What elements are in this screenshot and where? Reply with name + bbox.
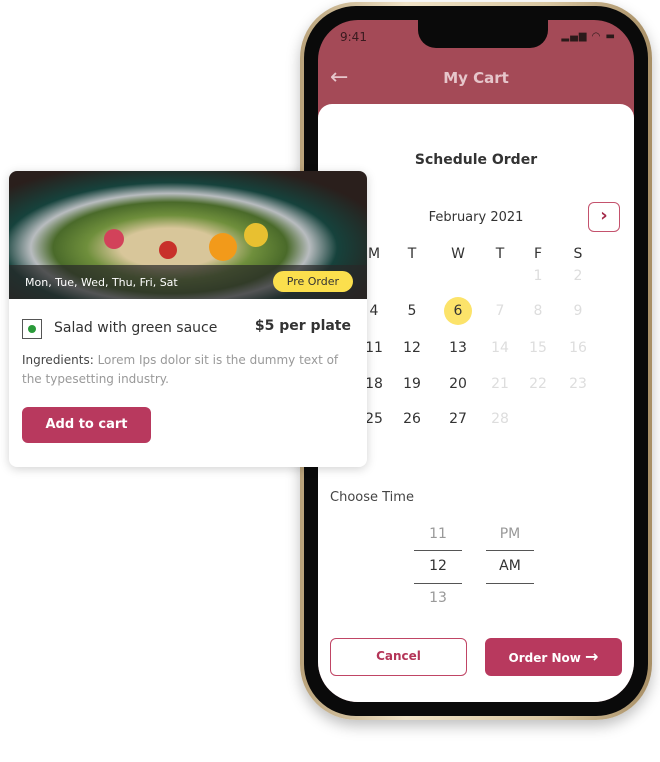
calendar-day[interactable]: 20 — [443, 371, 473, 397]
calendar-day: 15 — [529, 340, 547, 356]
dish-name: Salad with green sauce — [54, 320, 218, 336]
food-card: Mon, Tue, Wed, Thu, Fri, Sat Pre Order S… — [9, 171, 367, 467]
ingredients-label: Ingredients: — [22, 353, 94, 367]
calendar-day: 23 — [569, 376, 587, 392]
cancel-button[interactable]: Cancel — [330, 638, 467, 676]
arrow-right-icon: → — [585, 647, 599, 666]
calendar-day[interactable]: 27 — [443, 406, 473, 432]
order-now-button[interactable]: Order Now → — [485, 638, 622, 676]
weekday-header: W — [451, 246, 465, 262]
calendar-day[interactable]: 13 — [443, 335, 473, 361]
ingredients-text: Ingredients: Lorem Ips dolor sit is the … — [22, 351, 357, 389]
calendar-day[interactable]: 19 — [397, 371, 427, 397]
next-month-button[interactable]: › — [588, 202, 620, 232]
available-days: Mon, Tue, Wed, Thu, Fri, Sat — [25, 276, 178, 289]
calendar-day-selected[interactable]: 6 — [444, 297, 472, 325]
calendar-day: 2 — [573, 268, 583, 284]
choose-time-label: Choose Time — [330, 490, 414, 505]
calendar-day: 16 — [569, 340, 587, 356]
hour-selected[interactable]: 12 — [414, 558, 462, 574]
calendar-day: 22 — [529, 376, 547, 392]
meridiem-option[interactable]: PM — [486, 526, 534, 542]
calendar-day: 1 — [533, 268, 543, 284]
pre-order-badge: Pre Order — [272, 271, 353, 292]
divider — [414, 550, 462, 551]
calendar-day: 21 — [491, 376, 509, 392]
calendar-day[interactable]: 12 — [397, 335, 427, 361]
calendar-day[interactable]: 5 — [397, 298, 427, 324]
meridiem-selected[interactable]: AM — [486, 558, 534, 574]
calendar-day: 28 — [491, 411, 509, 427]
order-now-label: Order Now — [508, 651, 581, 665]
calendar-day: 7 — [495, 303, 505, 319]
hour-option[interactable]: 13 — [414, 590, 462, 606]
chevron-right-icon: › — [600, 205, 608, 226]
divider — [486, 583, 534, 584]
add-to-cart-button[interactable]: Add to cart — [22, 407, 151, 443]
calendar-day: 9 — [573, 303, 583, 319]
veg-indicator-icon — [22, 319, 42, 339]
weekday-header: T — [407, 246, 417, 262]
weekday-header: T — [495, 246, 505, 262]
calendar-day: 8 — [533, 303, 543, 319]
notch — [418, 20, 548, 48]
header-title: My Cart — [443, 69, 509, 87]
calendar-day[interactable]: 26 — [397, 406, 427, 432]
image-overlay-band: Mon, Tue, Wed, Thu, Fri, Sat Pre Order — [9, 265, 367, 299]
dish-price: $5 per plate — [254, 318, 351, 334]
divider — [414, 583, 462, 584]
status-icons: ▂▄▆ ◠ ▬ — [561, 31, 616, 42]
divider — [486, 550, 534, 551]
hour-option[interactable]: 11 — [414, 526, 462, 542]
schedule-title: Schedule Order — [414, 152, 538, 168]
calendar-day: 14 — [491, 340, 509, 356]
status-time: 9:41 — [340, 30, 367, 44]
salad-image: Mon, Tue, Wed, Thu, Fri, Sat Pre Order — [9, 171, 367, 299]
